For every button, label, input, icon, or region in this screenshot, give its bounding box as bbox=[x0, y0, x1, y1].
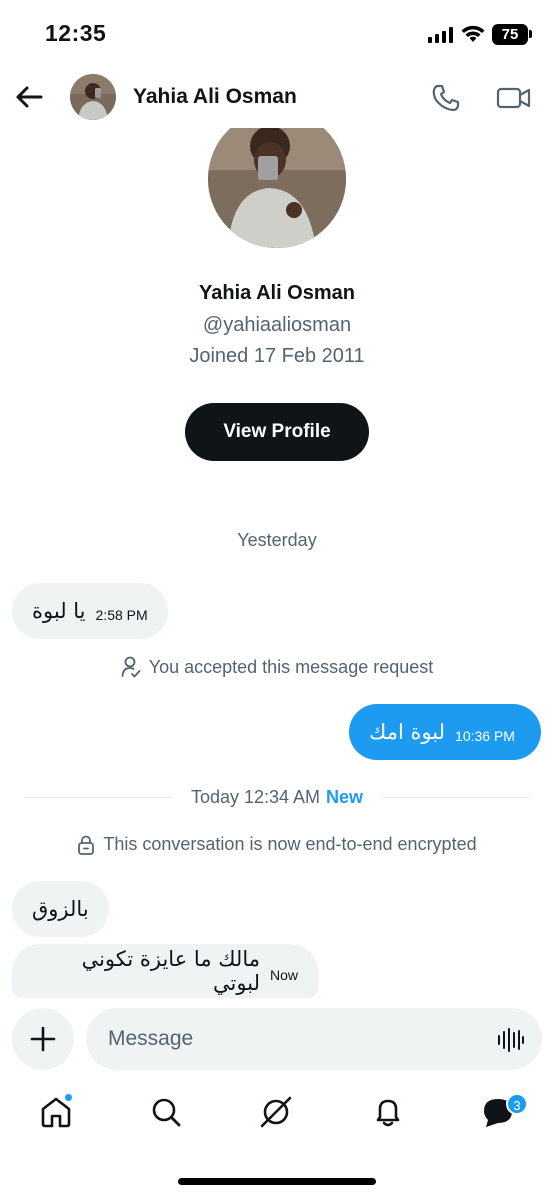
message-text: بالزوق bbox=[32, 897, 89, 921]
status-bar: 12:35 75 bbox=[0, 0, 554, 70]
view-profile-button[interactable]: View Profile bbox=[185, 403, 369, 461]
video-camera-icon[interactable] bbox=[496, 84, 532, 112]
add-media-button[interactable] bbox=[12, 1008, 74, 1070]
search-icon[interactable] bbox=[148, 1094, 184, 1130]
message-bubble-incoming[interactable]: يا لبوة 2:58 PM bbox=[12, 583, 168, 639]
phone-icon[interactable] bbox=[430, 82, 462, 114]
profile-avatar[interactable] bbox=[208, 110, 346, 248]
profile-handle: @yahiaaliosman bbox=[202, 314, 352, 336]
message-composer bbox=[0, 1006, 554, 1070]
date-separator-text: Today 12:34 AM bbox=[190, 787, 321, 807]
message-text: مالك ما عايزة تكوني لبوتي bbox=[81, 947, 260, 995]
message-text: لبوة امك bbox=[369, 720, 446, 744]
message-bubble-outgoing[interactable]: لبوة امك 10:36 PM bbox=[349, 704, 541, 760]
header-avatar[interactable] bbox=[70, 74, 116, 120]
battery-nub bbox=[529, 30, 532, 38]
new-messages-label: New bbox=[326, 787, 364, 807]
header-contact-name[interactable]: Yahia Ali Osman bbox=[133, 85, 297, 109]
profile-photo-icon bbox=[208, 110, 346, 248]
avatar-photo-icon bbox=[70, 74, 116, 120]
message-request-note: You accepted this message request bbox=[0, 656, 554, 678]
encryption-note[interactable]: This conversation is now end-to-end encr… bbox=[0, 834, 554, 855]
arrow-left-icon bbox=[16, 86, 43, 108]
wifi-icon bbox=[461, 25, 485, 42]
grok-icon[interactable] bbox=[258, 1094, 294, 1130]
tab-bar bbox=[0, 1088, 554, 1148]
date-separator-yesterday: Yesterday bbox=[237, 530, 317, 550]
plus-icon bbox=[30, 1026, 56, 1052]
status-time: 12:35 bbox=[45, 20, 107, 46]
message-text: يا لبوة bbox=[32, 599, 86, 623]
message-bubble-incoming[interactable]: بالزوق bbox=[12, 881, 109, 937]
message-time: 10:36 PM bbox=[455, 728, 515, 744]
profile-name: Yahia Ali Osman bbox=[199, 282, 355, 304]
battery-indicator: 75 bbox=[492, 24, 528, 45]
lock-icon bbox=[78, 835, 95, 855]
date-separator-today: Today 12:34 AM New bbox=[0, 787, 554, 808]
message-request-text: You accepted this message request bbox=[148, 656, 434, 677]
message-time: 2:58 PM bbox=[95, 607, 148, 623]
voice-message-icon[interactable] bbox=[497, 1026, 525, 1054]
chat-header: Yahia Ali Osman bbox=[0, 70, 554, 128]
encryption-note-text: This conversation is now end-to-end encr… bbox=[103, 834, 477, 854]
message-bubble-incoming[interactable]: مالك ما عايزة تكوني لبوتي Now bbox=[12, 944, 318, 998]
message-time: Now bbox=[269, 967, 298, 983]
profile-joined-date: Joined 17 Feb 2011 bbox=[189, 345, 365, 367]
user-check-icon bbox=[121, 656, 141, 678]
message-input[interactable] bbox=[86, 1008, 542, 1070]
messages-badge: 3 bbox=[506, 1093, 528, 1115]
back-button[interactable] bbox=[12, 80, 46, 114]
home-notification-dot bbox=[64, 1093, 73, 1102]
home-indicator[interactable] bbox=[178, 1178, 376, 1185]
cellular-signal-icon bbox=[428, 27, 453, 43]
bell-icon[interactable] bbox=[370, 1094, 406, 1130]
